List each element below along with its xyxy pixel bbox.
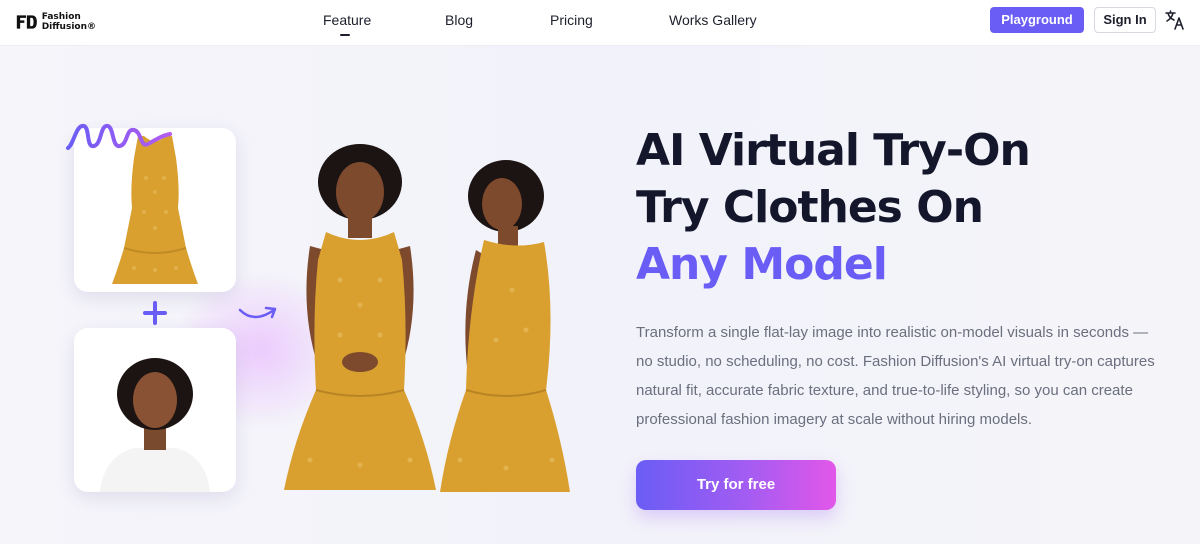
active-link-indicator	[340, 34, 350, 36]
plus-icon	[143, 301, 167, 325]
nav-link-works-gallery[interactable]: Works Gallery	[669, 12, 757, 28]
hero-description: Transform a single flat-lay image into r…	[636, 324, 1155, 428]
hero-title-line1: AI Virtual Try-On	[636, 125, 1031, 176]
curved-arrow-icon	[238, 306, 277, 319]
sign-in-button[interactable]: Sign In	[1094, 7, 1156, 33]
hero-title-accent: Any Model	[636, 239, 888, 290]
squiggle-icon	[66, 124, 172, 150]
model-photo-card	[74, 328, 236, 492]
model-photo-image	[74, 328, 236, 492]
playground-button[interactable]: Playground	[990, 7, 1084, 33]
logo-text: Fashion Diffusion®	[42, 12, 96, 32]
nav-link-feature[interactable]: Feature	[323, 12, 371, 28]
hero-title: AI Virtual Try-On Try Clothes On Any Mod…	[636, 122, 1156, 293]
nav-link-blog[interactable]: Blog	[445, 12, 473, 28]
logo-text-line2: Diffusion®	[41, 22, 96, 32]
translate-icon[interactable]	[1164, 9, 1186, 31]
logo[interactable]: Fashion Diffusion®	[16, 9, 96, 35]
try-for-free-button[interactable]: Try for free	[636, 460, 836, 510]
fd-logo-icon	[16, 15, 37, 29]
top-navbar: Fashion Diffusion® Feature Blog Pricing …	[0, 0, 1200, 46]
logo-text-line1: Fashion	[41, 12, 81, 22]
hero-title-line2: Try Clothes On	[636, 182, 984, 233]
nav-link-pricing[interactable]: Pricing	[550, 12, 593, 28]
model-tryon-results-image	[284, 144, 570, 492]
